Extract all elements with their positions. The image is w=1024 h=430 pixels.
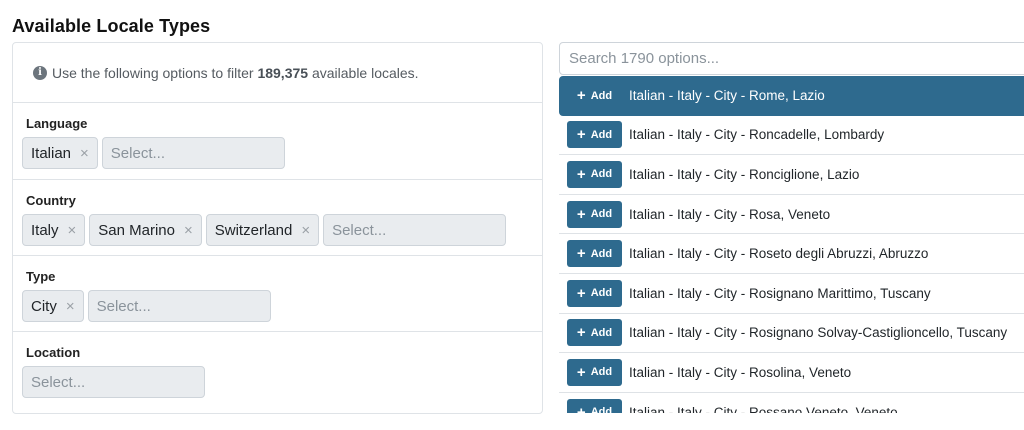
result-label: Italian - Italy - City - Rome, Lazio	[629, 88, 825, 104]
plus-icon: +	[576, 284, 586, 302]
result-label: Italian - Italy - City - Roncadelle, Lom…	[629, 127, 885, 143]
add-button[interactable]: + Add	[567, 279, 622, 307]
chip-san-marino: San Marino ×	[89, 214, 202, 246]
chip-label: City	[31, 297, 57, 315]
plus-icon: +	[576, 87, 586, 105]
page-title: Available Locale Types	[12, 16, 211, 36]
remove-chip-icon[interactable]: ×	[80, 145, 89, 162]
add-button[interactable]: + Add	[567, 358, 622, 386]
plus-icon: +	[576, 363, 586, 381]
add-label: Add	[590, 168, 613, 181]
add-button[interactable]: + Add	[567, 160, 622, 188]
result-row[interactable]: + Add Italian - Italy - City - Roncadelle…	[559, 116, 1024, 156]
country-select[interactable]: Select...	[323, 214, 507, 246]
type-filter: Type City × Select...	[13, 256, 542, 332]
remove-chip-icon[interactable]: ×	[66, 298, 75, 315]
add-button[interactable]: + Add	[567, 200, 622, 228]
chip-italy: Italy ×	[22, 214, 86, 246]
plus-icon: +	[576, 403, 586, 413]
filter-label-country: Country	[26, 193, 76, 208]
add-label: Add	[590, 247, 613, 260]
chip-italian: Italian ×	[22, 137, 98, 169]
locale-count: 189,375	[257, 64, 309, 81]
plus-icon: +	[576, 165, 586, 183]
info-suffix: available locales.	[311, 64, 419, 81]
result-label: Italian - Italy - City - Roseto degli Ab…	[629, 246, 929, 262]
info-icon: i	[33, 65, 47, 80]
filter-panel: i Use the following options to filter 18…	[12, 42, 543, 414]
chip-switzerland: Switzerland ×	[205, 214, 320, 246]
chip-label: San Marino	[98, 221, 175, 239]
chip-label: Italian	[31, 144, 72, 162]
add-label: Add	[590, 326, 613, 339]
filter-label-language: Language	[26, 116, 88, 131]
add-label: Add	[590, 287, 613, 300]
add-button[interactable]: + Add	[567, 121, 622, 149]
plus-icon: +	[576, 205, 586, 223]
result-row[interactable]: + Add Italian - Italy - City - Rosolina, …	[559, 353, 1024, 393]
result-label: Italian - Italy - City - Rosignano Marit…	[629, 285, 931, 301]
filter-label-location: Location	[26, 345, 81, 360]
result-row[interactable]: + Add Italian - Italy - City - Ronciglion…	[559, 155, 1024, 195]
plus-icon: +	[576, 324, 586, 342]
language-filter: Language Italian × Select...	[13, 103, 542, 180]
result-row[interactable]: + Add Italian - Italy - City - Rossano Ve…	[559, 393, 1024, 413]
result-label: Italian - Italy - City - Rossano Veneto,…	[629, 404, 898, 413]
result-row[interactable]: + Add Italian - Italy - City - Rosignano …	[559, 274, 1024, 314]
filter-info: i Use the following options to filter 18…	[13, 43, 542, 103]
result-row[interactable]: + Add Italian - Italy - City - Rome, Lazi…	[559, 76, 1024, 116]
add-button[interactable]: + Add	[567, 319, 622, 347]
chip-label: Switzerland	[214, 221, 293, 239]
result-label: Italian - Italy - City - Rosolina, Venet…	[629, 364, 852, 380]
add-label: Add	[590, 366, 613, 379]
add-button[interactable]: + Add	[567, 82, 622, 109]
language-select[interactable]: Select...	[101, 137, 285, 169]
plus-icon: +	[576, 126, 586, 144]
result-label: Italian - Italy - City - Rosa, Veneto	[629, 206, 831, 222]
result-row[interactable]: + Add Italian - Italy - City - Rosa, Vene…	[559, 195, 1024, 235]
add-button[interactable]: + Add	[567, 240, 622, 268]
add-button[interactable]: + Add	[567, 398, 622, 413]
result-row[interactable]: + Add Italian - Italy - City - Roseto deg…	[559, 234, 1024, 274]
location-select[interactable]: Select...	[22, 366, 205, 398]
location-filter: Location Select...	[13, 332, 542, 413]
country-filter: Country Italy × San Marino × Switzerland…	[13, 180, 542, 256]
filter-label-type: Type	[26, 269, 56, 284]
result-label: Italian - Italy - City - Rosignano Solva…	[629, 325, 1008, 341]
remove-chip-icon[interactable]: ×	[301, 222, 310, 239]
add-label: Add	[590, 89, 613, 102]
add-label: Add	[590, 208, 613, 221]
result-label: Italian - Italy - City - Ronciglione, La…	[629, 166, 860, 182]
plus-icon: +	[576, 245, 586, 263]
chip-city: City ×	[22, 290, 84, 322]
info-prefix: Use the following options to filter	[52, 64, 254, 81]
search-input[interactable]	[559, 42, 1024, 75]
remove-chip-icon[interactable]: ×	[68, 222, 77, 239]
add-label: Add	[590, 406, 613, 413]
result-row[interactable]: + Add Italian - Italy - City - Rosignano …	[559, 314, 1024, 354]
remove-chip-icon[interactable]: ×	[184, 222, 193, 239]
chip-label: Italy	[31, 221, 59, 239]
add-label: Add	[590, 128, 613, 141]
results-list: + Add Italian - Italy - City - Rome, Lazi…	[559, 76, 1024, 413]
type-select[interactable]: Select...	[87, 290, 271, 322]
